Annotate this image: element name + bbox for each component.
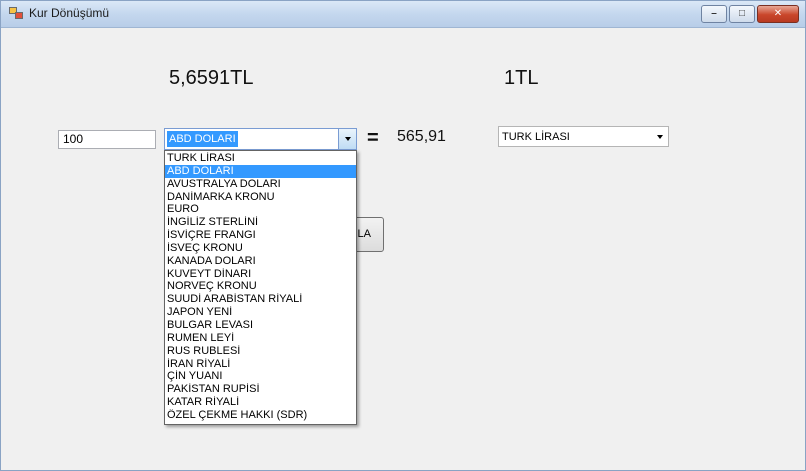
- dropdown-option[interactable]: PAKİSTAN RUPİSİ: [165, 383, 356, 396]
- dropdown-option[interactable]: AVUSTRALYA DOLARI: [165, 178, 356, 191]
- minimize-icon: –: [711, 8, 717, 19]
- dropdown-option[interactable]: EURO: [165, 203, 356, 216]
- dropdown-option[interactable]: KUVEYT DİNARI: [165, 268, 356, 281]
- from-currency-selected: ABD DOLARI: [167, 131, 238, 147]
- to-currency-selected: TURK LİRASI: [502, 131, 570, 143]
- dropdown-option[interactable]: İNGİLİZ STERLİNİ: [165, 216, 356, 229]
- dropdown-option[interactable]: ÇİN YUANI: [165, 370, 356, 383]
- to-rate-label: 1TL: [504, 67, 539, 89]
- dropdown-option[interactable]: SUUDİ ARABİSTAN RİYALİ: [165, 293, 356, 306]
- dropdown-option[interactable]: KANADA DOLARI: [165, 255, 356, 268]
- dropdown-option[interactable]: DANİMARKA KRONU: [165, 191, 356, 204]
- dropdown-option[interactable]: KATAR RİYALİ: [165, 396, 356, 409]
- dropdown-option[interactable]: ABD DOLARI: [165, 164, 356, 178]
- dropdown-option[interactable]: BULGAR LEVASI: [165, 319, 356, 332]
- chevron-down-icon: [656, 134, 663, 139]
- to-currency-combobox[interactable]: TURK LİRASI: [498, 126, 669, 147]
- close-icon: ✕: [773, 8, 783, 19]
- dropdown-option[interactable]: TURK LİRASI: [165, 152, 356, 165]
- maximize-icon: □: [738, 8, 746, 19]
- from-rate-label: 5,6591TL: [169, 67, 254, 89]
- title-bar[interactable]: Kur Dönüşümü – □ ✕: [1, 1, 805, 28]
- dropdown-option[interactable]: İSVEÇ KRONU: [165, 242, 356, 255]
- app-icon: [9, 7, 23, 19]
- to-currency-dropdown-button[interactable]: [651, 127, 668, 146]
- result-value: 565,91: [397, 128, 446, 145]
- dropdown-option[interactable]: RUMEN LEYİ: [165, 332, 356, 345]
- dropdown-option[interactable]: JAPON YENİ: [165, 306, 356, 319]
- from-currency-combobox[interactable]: ABD DOLARI: [164, 128, 357, 150]
- minimize-button[interactable]: –: [701, 5, 727, 23]
- dropdown-option[interactable]: RUS RUBLESİ: [165, 345, 356, 358]
- equals-sign: =: [367, 127, 379, 149]
- window-title: Kur Dönüşümü: [29, 6, 110, 20]
- convert-button-label: LA: [357, 228, 371, 240]
- caption-buttons: – □ ✕: [699, 5, 799, 23]
- dropdown-option[interactable]: ÖZEL ÇEKME HAKKI (SDR): [165, 409, 356, 422]
- dropdown-option[interactable]: NORVEÇ KRONU: [165, 280, 356, 293]
- dropdown-option[interactable]: İRAN RİYALİ: [165, 358, 356, 371]
- app-window: Kur Dönüşümü – □ ✕ 5,6591TL 1TL 100 ABD …: [0, 0, 806, 471]
- currency-dropdown-list[interactable]: TURK LİRASI ABD DOLARI AVUSTRALYA DOLARI DA…: [164, 150, 357, 425]
- maximize-button[interactable]: □: [729, 5, 755, 23]
- from-currency-dropdown-button[interactable]: [338, 129, 356, 149]
- chevron-down-icon: [344, 137, 351, 141]
- amount-input[interactable]: 100: [58, 130, 156, 149]
- dropdown-option[interactable]: İSVİÇRE FRANGI: [165, 229, 356, 242]
- close-button[interactable]: ✕: [757, 5, 799, 23]
